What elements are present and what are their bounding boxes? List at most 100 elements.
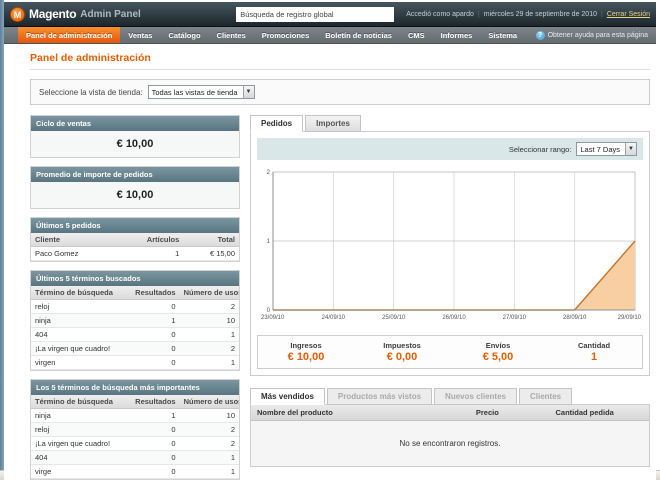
chevron-down-icon: ▼ (625, 143, 636, 155)
cell: 1 (179, 327, 239, 342)
cell: 1 (131, 246, 184, 261)
cell: ¡La virgen que cuadro! (31, 436, 128, 451)
magento-logo: M Magento Admin Panel (10, 6, 141, 22)
header-user-info: Accedió como apardo | miércoles 29 de se… (406, 11, 650, 18)
store-view-switcher: Seleccione la vista de tienda: Todas las… (30, 79, 650, 105)
svg-text:0: 0 (267, 308, 271, 314)
box-title: Últimos 5 términos buscados (31, 271, 239, 286)
nav-item-informes[interactable]: Informes (433, 27, 481, 43)
stat-label: Ingresos (290, 341, 322, 350)
stat-label: Envíos (485, 341, 511, 350)
table-row: Paco Gomez 1 € 15,00 (31, 246, 239, 261)
chevron-down-icon: ▼ (242, 86, 254, 98)
range-select[interactable]: Last 7 Days ▼ (576, 142, 637, 156)
cell: € 15,00 (183, 246, 239, 261)
orders-panel: Seleccionar rango: Last 7 Days ▼ 0 1 2 23/0… (250, 131, 650, 376)
grid-column-precio[interactable]: Precio (470, 405, 550, 420)
brand-suffix: Admin Panel (80, 8, 141, 20)
dashboard-main: Pedidos Importes Seleccionar rango: Last … (250, 115, 650, 467)
tab-m-s-vendidos[interactable]: Más vendidos (250, 388, 325, 405)
tab-nuevos-clientes: Nuevos clientes (434, 388, 517, 405)
box-title: Últimos 5 pedidos (31, 218, 239, 233)
average-orders-box: Promedio de importe de pedidos € 10,00 (30, 166, 240, 209)
help-link[interactable]: ? Obtener ayuda para esta página (535, 27, 656, 43)
grid-column-nombre-del-producto[interactable]: Nombre del producto (251, 405, 470, 420)
nav-item-ventas[interactable]: Ventas (120, 27, 160, 43)
column-header-n-mero-de-usos: Número de usos (179, 395, 239, 409)
cell: 404 (31, 327, 128, 342)
cell: 10 (179, 313, 239, 328)
cell: virge (31, 464, 128, 479)
separator: | (477, 10, 480, 18)
last-search-terms-box: Últimos 5 términos buscados Término de b… (30, 270, 240, 371)
table-row: reloj 0 2 (31, 422, 239, 437)
store-view-select[interactable]: Todas las vistas de tienda ▼ (147, 85, 255, 99)
cell: 2 (179, 299, 239, 314)
stat-impuestos: Impuestos € 0,00 (354, 341, 450, 363)
table-row: virgen 0 1 (31, 355, 239, 370)
grid-empty-message: No se encontraron registros. (251, 421, 649, 466)
orders-area-chart: 0 1 2 23/09/10 24/09/10 25/09/10 26/09/10 27/09… (261, 170, 642, 321)
cell: 0 (127, 464, 180, 479)
tab-importes[interactable]: Importes (305, 115, 361, 132)
cell: virgen (31, 355, 128, 370)
nav-item-bolet-n-de-noticias[interactable]: Boletín de noticias (317, 27, 400, 43)
range-value: Last 7 Days (580, 144, 620, 154)
table-row: ¡La virgen que cuadro! 0 2 (31, 436, 239, 451)
nav-item-promociones[interactable]: Promociones (254, 27, 318, 43)
nav-item-clientes[interactable]: Clientes (209, 27, 254, 43)
header: M Magento Admin Panel Accedió como apard… (4, 2, 656, 27)
svg-text:2: 2 (267, 170, 271, 176)
stat-label: Cantidad (577, 341, 611, 350)
logout-link[interactable]: Cerrar Sesión (607, 11, 650, 18)
stat-cantidad: Cantidad 1 (546, 341, 642, 363)
brand-name: Magento (29, 7, 77, 21)
totals-bar: Ingresos € 10,00 Impuestos € 0,00 Envíos € 5,… (257, 335, 643, 369)
column-header-n-mero-de-usos: Número de usos (179, 286, 239, 300)
table-row: ¡La virgen que cuadro! 0 2 (31, 341, 239, 356)
cell: 1 (127, 313, 180, 328)
nav-item-cat-logo[interactable]: Catálogo (160, 27, 208, 43)
global-search-input[interactable] (236, 6, 395, 22)
divider (30, 69, 650, 70)
cell: 404 (31, 450, 128, 465)
cell: 2 (179, 341, 239, 356)
box-title: Los 5 términos de búsqueda más important… (31, 380, 239, 395)
top-search-terms-box: Los 5 términos de búsqueda más important… (30, 379, 240, 480)
dashboard-sidebar: Ciclo de ventas € 10,00 Promedio de impo… (30, 115, 240, 480)
svg-text:1: 1 (267, 239, 271, 245)
cell: 1 (179, 355, 239, 370)
lifetime-sales-box: Ciclo de ventas € 10,00 (30, 115, 240, 158)
cell: 2 (179, 422, 239, 437)
grid-column-cantidad-pedida[interactable]: Cantidad pedida (549, 405, 649, 420)
tab-clientes: Clientes (518, 388, 573, 405)
cell: 0 (127, 327, 180, 342)
nav-item-sistema[interactable]: Sistema (480, 27, 525, 43)
svg-text:29/09/10: 29/09/10 (618, 315, 641, 321)
cell: Paco Gomez (31, 246, 132, 261)
column-header-resultados: Resultados (127, 395, 180, 409)
logged-in-as: Accedió como apardo (406, 10, 474, 18)
column-header-resultados: Resultados (127, 286, 180, 300)
svg-text:26/09/10: 26/09/10 (442, 315, 466, 321)
table-row: reloj 0 2 (31, 299, 239, 314)
nav-item-panel-de-administraci-n[interactable]: Panel de administración (18, 27, 121, 43)
orders-amounts-tabs: Pedidos Importes (250, 115, 650, 132)
stat-value: 1 (590, 351, 598, 363)
header-date: miércoles 29 de septiembre de 2010 (483, 10, 597, 18)
separator: | (600, 10, 603, 18)
tab-pedidos[interactable]: Pedidos (250, 115, 304, 132)
store-view-value: Todas las vistas de tienda (151, 87, 238, 97)
store-view-label: Seleccione la vista de tienda: (39, 87, 143, 97)
table-row: virge 0 1 (31, 464, 239, 479)
table-row: ninja 1 10 (31, 313, 239, 328)
page-title: Panel de administración (30, 52, 151, 64)
stat-ingresos: Ingresos € 10,00 (258, 341, 354, 363)
last-search-table: Término de búsqueda Resultados Número de u… (31, 286, 239, 370)
stat-value: € 5,00 (482, 351, 514, 363)
bestsellers-grid: Nombre del producto Precio Cantidad pedida… (250, 404, 650, 467)
cell: 0 (127, 299, 180, 314)
column-header-cliente: Cliente (31, 233, 132, 247)
cell: ninja (31, 408, 128, 423)
nav-item-cms[interactable]: CMS (400, 27, 433, 43)
